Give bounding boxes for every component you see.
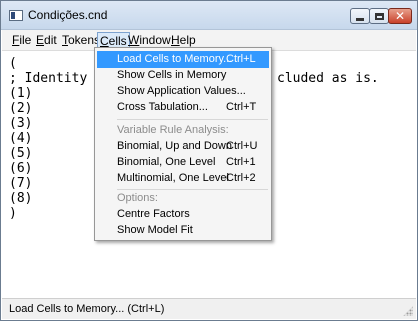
code-line: (7) xyxy=(9,176,33,191)
menu-item-label: Load Cells to Memory... xyxy=(117,53,233,65)
resize-grip-icon[interactable] xyxy=(403,306,413,316)
menu-item-multinomial-one-level[interactable]: Multinomial, One Level Ctrl+2 xyxy=(95,170,271,187)
code-line-tail: cluded as is. xyxy=(277,71,379,86)
maximize-icon xyxy=(374,12,384,20)
menu-help-label: elp xyxy=(179,33,196,47)
code-line: (4) xyxy=(9,131,33,146)
menu-cells-accel: C xyxy=(100,34,109,48)
code-line: ) xyxy=(9,206,17,221)
menu-item-shortcut: Ctrl+T xyxy=(226,101,257,113)
code-line: ( xyxy=(9,56,17,71)
menu-heading-variable-rule-analysis: Variable Rule Analysis: xyxy=(95,122,271,139)
code-line: ; Identity xyxy=(9,71,88,86)
menu-file-label: ile xyxy=(19,33,32,47)
code-line: (1) xyxy=(9,86,33,101)
menu-edit-accel: E xyxy=(36,33,45,47)
code-line: (2) xyxy=(9,101,33,116)
menu-item-binomial-up-down[interactable]: Binomial, Up and Down Ctrl+U xyxy=(95,138,271,155)
code-line: (8) xyxy=(9,191,33,206)
close-button[interactable]: ✕ xyxy=(388,8,412,24)
menu-tokens[interactable]: Tokens xyxy=(60,33,102,48)
title-bar[interactable]: Condições.cnd ✕ xyxy=(1,1,417,30)
maximize-button[interactable] xyxy=(369,8,389,24)
menu-item-label: Variable Rule Analysis: xyxy=(117,124,229,136)
menu-item-shortcut: Ctrl+U xyxy=(226,140,258,152)
menu-item-binomial-one-level[interactable]: Binomial, One Level Ctrl+1 xyxy=(95,154,271,171)
document-icon xyxy=(9,10,23,21)
status-text: Load Cells to Memory... (Ctrl+L) xyxy=(9,303,165,315)
menu-window-label: indow xyxy=(139,33,171,47)
menu-item-centre-factors[interactable]: Centre Factors xyxy=(95,206,271,223)
code-line: (6) xyxy=(9,161,33,176)
code-line: (5) xyxy=(9,146,33,161)
menu-window[interactable]: Window xyxy=(126,33,173,48)
menu-tokens-label: okens xyxy=(68,33,101,47)
menu-item-label: Cross Tabulation... xyxy=(117,101,208,113)
menu-item-label: Options: xyxy=(117,192,158,204)
menu-item-label: Binomial, One Level xyxy=(117,156,216,168)
minimize-icon xyxy=(356,17,364,21)
menu-item-show-model-fit[interactable]: Show Model Fit xyxy=(95,222,271,239)
menu-item-label: Show Model Fit xyxy=(117,224,193,236)
menu-heading-options: Options: xyxy=(95,190,271,207)
menu-item-cross-tabulation[interactable]: Cross Tabulation... Ctrl+T xyxy=(95,99,271,116)
menu-item-load-cells[interactable]: Load Cells to Memory... Ctrl+L xyxy=(97,51,269,68)
minimize-button[interactable] xyxy=(350,8,370,24)
close-icon: ✕ xyxy=(394,9,406,23)
window-title: Condições.cnd xyxy=(28,8,108,22)
status-bar: Load Cells to Memory... (Ctrl+L) xyxy=(2,298,416,319)
code-line: (3) xyxy=(9,116,33,131)
menu-item-label: Show Application Values... xyxy=(117,85,246,97)
menu-item-label: Binomial, Up and Down xyxy=(117,140,232,152)
menu-edit[interactable]: Edit xyxy=(34,33,59,48)
menu-item-shortcut: Ctrl+2 xyxy=(226,172,256,184)
menu-edit-label: dit xyxy=(44,33,57,47)
menu-help[interactable]: Help xyxy=(169,33,198,48)
menu-item-show-application-values[interactable]: Show Application Values... xyxy=(95,83,271,100)
cells-menu-dropdown: Load Cells to Memory... Ctrl+L Show Cell… xyxy=(94,47,272,241)
menu-window-accel: W xyxy=(128,33,140,47)
menu-item-shortcut: Ctrl+L xyxy=(226,53,256,65)
menu-item-show-cells[interactable]: Show Cells in Memory xyxy=(95,67,271,84)
menu-item-label: Centre Factors xyxy=(117,208,190,220)
menu-separator xyxy=(117,119,268,120)
menu-item-label: Show Cells in Memory xyxy=(117,69,227,81)
menu-help-accel: H xyxy=(171,33,180,47)
menu-cells-label: ells xyxy=(108,34,127,48)
menu-item-shortcut: Ctrl+1 xyxy=(226,156,256,168)
menu-item-label: Multinomial, One Level xyxy=(117,172,229,184)
menu-file[interactable]: File xyxy=(10,33,33,48)
